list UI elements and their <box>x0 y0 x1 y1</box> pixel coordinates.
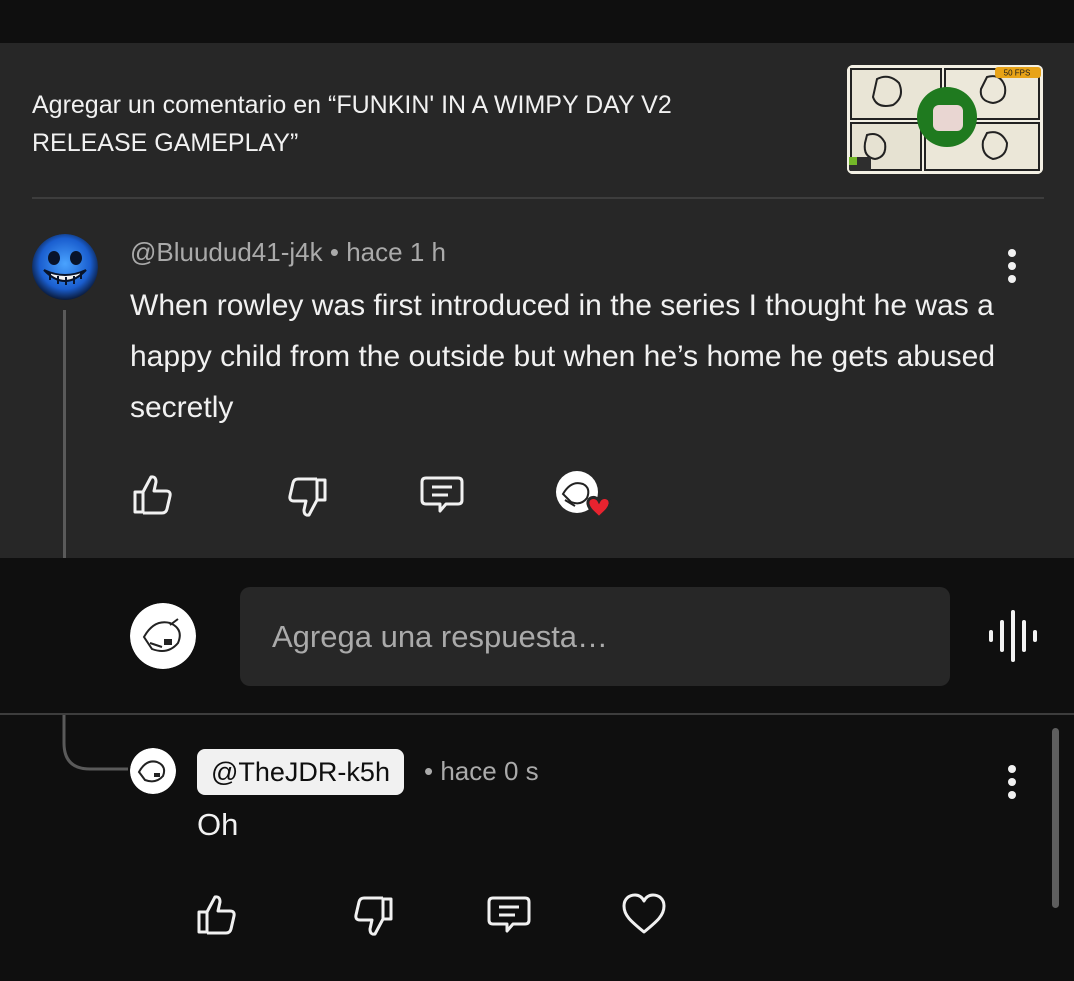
comment-more-icon[interactable] <box>997 244 1027 288</box>
reply-divider <box>0 713 1074 715</box>
thread-line <box>63 310 66 558</box>
video-thumbnail[interactable]: 50 FPS <box>847 65 1043 174</box>
user-avatar[interactable] <box>130 603 196 669</box>
header-divider <box>32 197 1044 199</box>
reply-dislike-button[interactable] <box>350 893 398 941</box>
reply-input[interactable]: Agrega una respuesta… <box>240 587 950 686</box>
like-button[interactable] <box>128 470 176 518</box>
reply-icon <box>420 476 464 513</box>
sketch-avatar <box>130 603 196 669</box>
voice-search-icon[interactable] <box>985 606 1041 666</box>
comment-meta: @Bluudud41-j4k • hace 1 h <box>130 237 446 268</box>
fps-badge: 50 FPS <box>1004 69 1031 78</box>
commenter-avatar[interactable] <box>32 234 98 300</box>
reply-reply-button[interactable] <box>485 890 533 938</box>
heart-icon <box>622 893 666 934</box>
blue-smiley-avatar <box>32 234 98 300</box>
title-line-1: Agregar un comentario en “FUNKIN' IN A W… <box>32 91 672 119</box>
dislike-button[interactable] <box>284 474 332 522</box>
creator-heart-icon <box>556 471 612 521</box>
like-icon <box>133 475 172 515</box>
comment-time: hace 1 h <box>346 237 446 267</box>
reply-time: hace 0 s <box>440 756 539 786</box>
reply-button[interactable] <box>418 470 466 518</box>
like-icon <box>197 895 236 935</box>
scrollbar[interactable] <box>1052 728 1059 908</box>
reply-meta: • hace 0 s <box>424 756 539 787</box>
dislike-icon <box>288 477 327 517</box>
thumbnail-art: 50 FPS <box>847 65 1043 174</box>
reply-heart-button[interactable] <box>620 890 668 938</box>
comment-body: When rowley was first introduced in the … <box>130 289 996 424</box>
reply-handle-chip[interactable]: @TheJDR-k5h <box>197 749 404 795</box>
reply-icon <box>487 896 531 933</box>
reply-more-icon[interactable] <box>997 760 1027 804</box>
title-line-2: RELEASE GAMEPLAY” <box>32 129 299 157</box>
comment-handle[interactable]: @Bluudud41-j4k <box>130 237 323 267</box>
creator-heart-badge <box>555 470 613 525</box>
meta-separator: • <box>424 756 434 786</box>
page-title: Agregar un comentario en “FUNKIN' IN A W… <box>32 86 812 162</box>
meta-separator: • <box>329 237 339 267</box>
reply-thread-curve <box>62 715 128 771</box>
top-bar <box>0 0 1074 43</box>
dislike-icon <box>354 896 393 936</box>
reply-avatar[interactable] <box>130 748 176 794</box>
sketch-avatar-small <box>130 748 176 794</box>
reply-like-button[interactable] <box>192 890 240 938</box>
reply-body: Oh <box>197 807 239 842</box>
